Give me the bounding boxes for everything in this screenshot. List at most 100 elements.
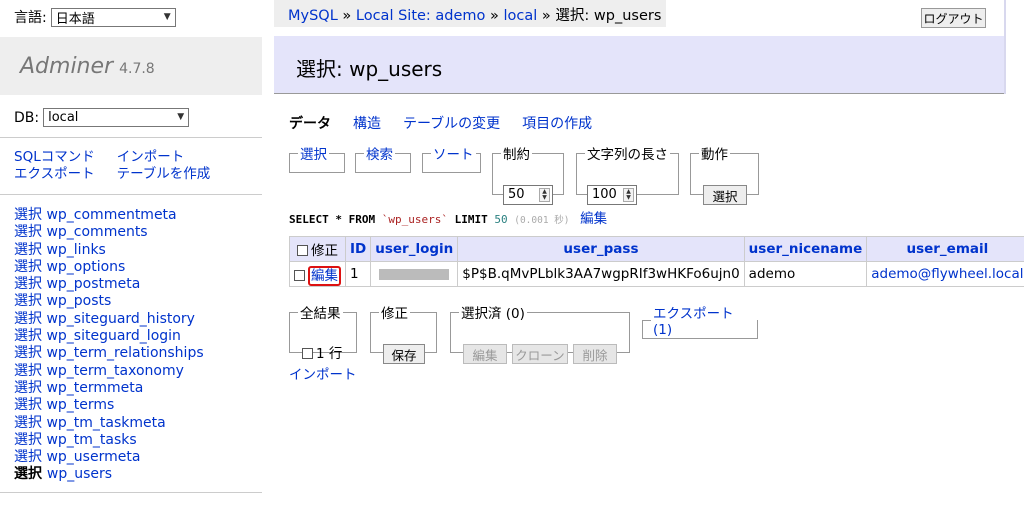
row-checkbox[interactable] <box>294 270 305 281</box>
save-button[interactable]: 保存 <box>383 344 425 364</box>
sidebar-table-link[interactable]: wp_siteguard_history <box>46 311 195 327</box>
sidebar-select-link[interactable]: 選択 <box>14 242 42 258</box>
sidebar-table-item: 選択 wp_siteguard_login <box>14 328 204 345</box>
breadcrumb-db[interactable]: local <box>504 8 538 24</box>
sidebar-select-link[interactable]: 選択 <box>14 207 42 223</box>
sidebar-table-link[interactable]: wp_tm_taskmeta <box>46 415 165 431</box>
sidebar-table-link[interactable]: wp_siteguard_login <box>46 328 180 344</box>
logout-button[interactable]: ログアウト <box>921 8 986 28</box>
sidebar-select-link[interactable]: 選択 <box>14 328 42 344</box>
header-user-pass[interactable]: user_pass <box>457 236 745 262</box>
sql-command-link[interactable]: SQLコマンド <box>14 149 95 166</box>
sidebar-select-link[interactable]: 選択 <box>14 224 42 240</box>
import-link[interactable]: インポート <box>117 149 185 166</box>
subnav: データ 構造 テーブルの変更 項目の作成 <box>289 113 592 133</box>
sidebar-table-item: 選択 wp_term_relationships <box>14 345 204 362</box>
spinner-icon[interactable]: ▲ ▼ <box>539 188 550 202</box>
sidebar-select-link[interactable]: 選択 <box>14 345 42 361</box>
sidebar-table-link[interactable]: wp_tm_tasks <box>46 432 136 448</box>
language-select-value: 日本語 <box>55 11 95 27</box>
header-user-nicename[interactable]: user_nicename <box>743 236 868 262</box>
breadcrumb-mysql[interactable]: MySQL <box>288 8 338 24</box>
sidebar-select-link[interactable]: 選択 <box>14 449 42 465</box>
edit-query-link[interactable]: 編集 <box>580 211 607 227</box>
email-link[interactable]: ademo@flywheel.local <box>871 266 1023 282</box>
sidebar-select-link[interactable]: 選択 <box>14 293 42 309</box>
sidebar-table-link[interactable]: wp_commentmeta <box>46 207 176 223</box>
export-toggle[interactable]: エクスポート (1) <box>653 306 734 338</box>
divider <box>0 492 262 493</box>
breadcrumb-site[interactable]: Local Site: ademo <box>356 8 486 24</box>
breadcrumb-current: 選択: wp_users <box>555 8 662 24</box>
sidebar-select-link[interactable]: 選択 <box>14 363 42 379</box>
db-label: DB: <box>14 109 40 126</box>
sql-keyword-select: SELECT <box>289 213 329 226</box>
limit-input[interactable]: 50 ▲ ▼ <box>503 185 553 205</box>
sidebar-table-link[interactable]: wp_term_taxonomy <box>46 363 183 379</box>
spinner-icon[interactable]: ▲ ▼ <box>623 188 634 202</box>
modify-header-label: 修正 <box>311 243 338 259</box>
header-id[interactable]: ID <box>344 236 372 262</box>
header-user-login[interactable]: user_login <box>370 236 459 262</box>
all-results-option[interactable]: 1 行 <box>302 342 342 362</box>
logo-text: Adminer <box>20 54 114 79</box>
edit-selected-button[interactable]: 編集 <box>463 344 507 364</box>
select-toggle[interactable]: 選択 <box>300 147 327 163</box>
tab-new-item[interactable]: 項目の作成 <box>522 113 592 133</box>
sidebar-select-link[interactable]: 選択 <box>14 311 42 327</box>
checkbox[interactable] <box>302 348 313 359</box>
sidebar-table-item: 選択 wp_termmeta <box>14 380 204 397</box>
sidebar-table-link[interactable]: wp_comments <box>46 224 147 240</box>
action-fieldset: 動作 選択 <box>690 143 759 205</box>
table-header-row: 修正 ID user_login user_pass user_nicename… <box>289 236 1024 262</box>
sidebar-select-link[interactable]: 選択 <box>14 466 42 482</box>
row-edit-link[interactable]: 編集 <box>308 266 341 286</box>
tab-alter-table[interactable]: テーブルの変更 <box>403 113 500 133</box>
text-length-label: 文字列の長さ <box>587 147 668 163</box>
sidebar-select-link[interactable]: 選択 <box>14 397 42 413</box>
sidebar-select-link[interactable]: 選択 <box>14 432 42 448</box>
sidebar-table-link[interactable]: wp_links <box>46 242 105 258</box>
text-length-input[interactable]: 100 ▲ ▼ <box>587 185 637 205</box>
select-submit-button[interactable]: 選択 <box>703 185 747 205</box>
sidebar-table-link[interactable]: wp_posts <box>46 293 111 309</box>
sql-time: (0.001 秒) <box>514 215 570 226</box>
cell-user-pass: $P$B.qMvPLblk3AA7wgpRIf3wHKFo6ujn0 <box>457 261 745 287</box>
sidebar-select-link[interactable]: 選択 <box>14 415 42 431</box>
create-table-link[interactable]: テーブルを作成 <box>117 166 211 183</box>
language-select[interactable]: 日本語 ▼ <box>50 7 176 27</box>
sidebar-select-link[interactable]: 選択 <box>14 380 42 396</box>
sidebar-table-link[interactable]: wp_terms <box>46 397 114 413</box>
selected-label: 選択済 (0) <box>461 306 525 322</box>
title-band: 選択: wp_users <box>274 36 1004 94</box>
clone-button[interactable]: クローン <box>512 344 568 364</box>
sidebar-table-link[interactable]: wp_options <box>46 259 125 275</box>
sidebar-table-link[interactable]: wp_users <box>47 466 112 482</box>
sidebar-table-item: 選択 wp_postmeta <box>14 276 204 293</box>
header-user-email[interactable]: user_email <box>866 236 1024 262</box>
sidebar-select-link[interactable]: 選択 <box>14 276 42 292</box>
import-data-link[interactable]: インポート <box>289 363 357 383</box>
sort-toggle[interactable]: ソート <box>433 147 474 163</box>
sidebar-table-link[interactable]: wp_termmeta <box>46 380 143 396</box>
sidebar-table-link[interactable]: wp_usermeta <box>46 449 140 465</box>
sidebar-table-link[interactable]: wp_postmeta <box>46 276 140 292</box>
all-results-label: 全結果 <box>300 306 341 322</box>
table-row: 編集 1 $P$B.qMvPLblk3AA7wgpRIf3wHKFo6ujn0 … <box>289 261 1024 287</box>
breadcrumb-separator: » <box>541 8 551 24</box>
action-label: 動作 <box>701 147 728 163</box>
export-fieldset: エクスポート (1) <box>642 302 758 339</box>
sidebar-table-link[interactable]: wp_term_relationships <box>46 345 203 361</box>
adminer-logo[interactable]: Adminer 4.7.8 <box>20 54 155 79</box>
db-select[interactable]: local ▼ <box>43 108 190 127</box>
delete-button[interactable]: 削除 <box>573 344 617 364</box>
redacted-value <box>379 268 450 280</box>
checkbox[interactable] <box>297 245 308 256</box>
sidebar-table-item: 選択 wp_posts <box>14 293 204 310</box>
sidebar-select-link[interactable]: 選択 <box>14 259 42 275</box>
export-link[interactable]: エクスポート <box>14 166 95 183</box>
check-all-header[interactable]: 修正 <box>289 236 346 262</box>
search-toggle[interactable]: 検索 <box>366 147 393 163</box>
tab-structure[interactable]: 構造 <box>353 113 381 133</box>
sidebar-table-item: 選択 wp_users <box>14 466 204 483</box>
